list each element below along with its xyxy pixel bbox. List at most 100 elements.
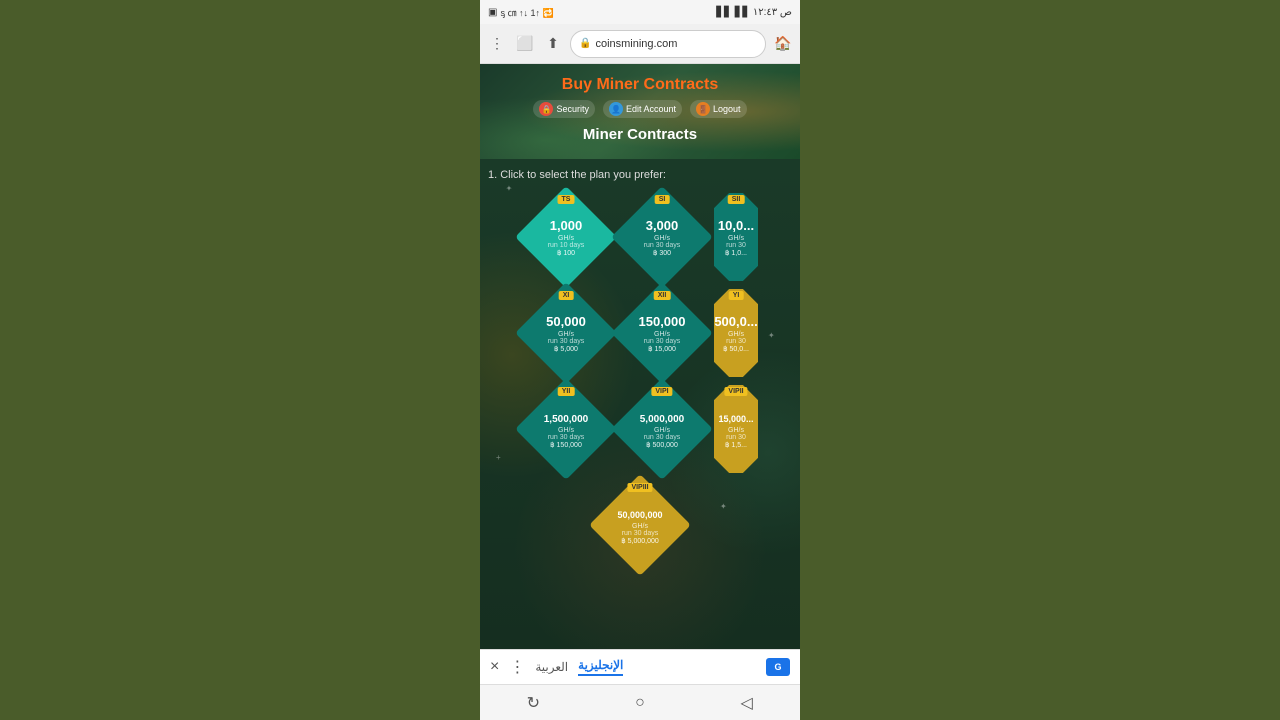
days-vipi: run 30 days xyxy=(640,434,685,441)
badge-yi: YI xyxy=(729,291,744,300)
badge-yii: YII xyxy=(558,387,575,396)
diamond-content-sii: 10,0... GH/s run 30 ฿ 1,0... xyxy=(718,217,754,257)
contract-row-2: XI 50,000 GH/s run 30 days ฿ 5,000 XII xyxy=(488,289,792,377)
star-deco: ✦ xyxy=(506,184,513,193)
diamond-content-si: 3,000 GH/s run 30 days ฿ 300 xyxy=(644,217,681,257)
value-sii: 10,0... xyxy=(718,218,754,233)
translation-menu-button[interactable]: ⋮ xyxy=(509,657,525,677)
translation-close-button[interactable]: × xyxy=(490,658,499,676)
contracts-grid: TS 1,000 GH/s run 10 days ฿ 100 SI xyxy=(488,193,792,569)
browser-menu-button[interactable]: ⋮ xyxy=(486,33,508,55)
contract-card-xi[interactable]: XI 50,000 GH/s run 30 days ฿ 5,000 xyxy=(522,289,610,377)
contract-card-ts[interactable]: TS 1,000 GH/s run 10 days ฿ 100 xyxy=(522,193,610,281)
unit-xii: GH/s xyxy=(639,331,686,338)
price-yi: ฿ 50,0... xyxy=(714,345,757,353)
contract-row-3: YII 1,500,000 GH/s run 30 days ฿ 150,000… xyxy=(488,385,792,473)
badge-xii: XII xyxy=(654,291,671,300)
google-translate-icon[interactable]: G xyxy=(766,658,790,676)
logout-label: Logout xyxy=(713,104,741,114)
days-vipiii: run 30 days xyxy=(617,530,662,537)
nav-logout[interactable]: 🚪 Logout xyxy=(690,100,747,118)
value-yi: 500,0... xyxy=(714,314,757,329)
nav-bottom: ↻ ○ ◁ xyxy=(480,684,800,720)
step-label: 1. Click to select the plan you prefer: xyxy=(488,169,792,181)
days-xi: run 30 days xyxy=(546,338,586,345)
contract-card-vipiii[interactable]: VIPIII 50,000,000 GH/s run 30 days ฿ 5,0… xyxy=(596,481,684,569)
site-title: Buy Miner Contracts xyxy=(490,76,790,94)
value-vipi: 5,000,000 xyxy=(640,414,685,425)
value-vipii: 15,000... xyxy=(718,414,753,424)
badge-si: SI xyxy=(655,195,670,204)
nav-home-button[interactable]: ○ xyxy=(622,685,658,720)
badge-vipii: VIPII xyxy=(724,387,747,396)
security-label: Security xyxy=(556,104,589,114)
unit-xi: GH/s xyxy=(546,331,586,338)
badge-vipi: VIPI xyxy=(651,387,672,396)
contract-row-4: VIPIII 50,000,000 GH/s run 30 days ฿ 5,0… xyxy=(488,481,792,569)
signal-icons: ᶊ ㎝ ↑↓ 1↑ 🔁 xyxy=(500,6,553,19)
contract-card-xii[interactable]: XII 150,000 GH/s run 30 days ฿ 15,000 xyxy=(618,289,706,377)
days-xii: run 30 days xyxy=(639,338,686,345)
browser-share-button[interactable]: ⬆ xyxy=(542,33,564,55)
browser-bar: ⋮ ⬜ ⬆ 🔒 coinsmining.com 🏠 xyxy=(480,24,800,64)
phone-frame: ▣ ᶊ ㎝ ↑↓ 1↑ 🔁 ▋▋ ▋▋ ص ١٢:٤٣ ⋮ ⬜ ⬆ 🔒 coin… xyxy=(480,0,800,720)
url-bar[interactable]: 🔒 coinsmining.com xyxy=(570,30,766,58)
days-ts: run 10 days xyxy=(548,242,585,249)
contract-card-yii[interactable]: YII 1,500,000 GH/s run 30 days ฿ 150,000 xyxy=(522,385,610,473)
status-bar: ▣ ᶊ ㎝ ↑↓ 1↑ 🔁 ▋▋ ▋▋ ص ١٢:٤٣ xyxy=(480,0,800,24)
diamond-content-vipiii: 50,000,000 GH/s run 30 days ฿ 5,000,000 xyxy=(617,505,662,545)
contract-card-sii[interactable]: SII 10,0... GH/s run 30 ฿ 1,0... xyxy=(714,193,758,281)
price-sii: ฿ 1,0... xyxy=(718,249,754,257)
price-ts: ฿ 100 xyxy=(548,249,585,257)
price-vipii: ฿ 1,5... xyxy=(718,441,753,449)
page-subtitle: Miner Contracts xyxy=(490,126,790,143)
days-yi: run 30 xyxy=(714,338,757,345)
days-yii: run 30 days xyxy=(544,434,589,441)
contract-card-vipii[interactable]: VIPII 15,000... GH/s run 30 ฿ 1,5... xyxy=(714,385,758,473)
unit-ts: GH/s xyxy=(548,235,585,242)
nav-edit-account[interactable]: 👤 Edit Account xyxy=(603,100,682,118)
days-si: run 30 days xyxy=(644,242,681,249)
translation-arabic-button[interactable]: العربية xyxy=(535,660,568,674)
diamond-content-vipii: 15,000... GH/s run 30 ฿ 1,5... xyxy=(718,409,753,449)
unit-vipii: GH/s xyxy=(718,427,753,434)
badge-sii: SII xyxy=(728,195,745,204)
value-vipiii: 50,000,000 xyxy=(617,510,662,520)
battery-status: ▋▋ xyxy=(716,7,731,18)
contract-card-yi[interactable]: YI 500,0... GH/s run 30 ฿ 50,0... xyxy=(714,289,758,377)
diamond-content-yii: 1,500,000 GH/s run 30 days ฿ 150,000 xyxy=(544,409,589,449)
contract-row-1: TS 1,000 GH/s run 10 days ฿ 100 SI xyxy=(488,193,792,281)
badge-ts: TS xyxy=(558,195,575,204)
nav-links: 🔒 Security 👤 Edit Account 🚪 Logout xyxy=(490,100,790,118)
contract-card-vipi[interactable]: VIPI 5,000,000 GH/s run 30 days ฿ 500,00… xyxy=(618,385,706,473)
unit-vipi: GH/s xyxy=(640,427,685,434)
price-vipiii: ฿ 5,000,000 xyxy=(617,537,662,545)
contract-card-si[interactable]: SI 3,000 GH/s run 30 days ฿ 300 xyxy=(618,193,706,281)
nav-back-button[interactable]: ◁ xyxy=(729,685,765,720)
diamond-content-xii: 150,000 GH/s run 30 days ฿ 15,000 xyxy=(639,313,686,353)
days-sii: run 30 xyxy=(718,242,754,249)
edit-icon: 👤 xyxy=(609,102,623,116)
value-xii: 150,000 xyxy=(639,314,686,329)
status-right: ▋▋ ▋▋ ص ١٢:٤٣ xyxy=(716,7,792,18)
unit-yi: GH/s xyxy=(714,331,757,338)
unit-sii: GH/s xyxy=(718,235,754,242)
nav-refresh-button[interactable]: ↻ xyxy=(515,685,551,720)
badge-xi: XI xyxy=(559,291,574,300)
days-vipii: run 30 xyxy=(718,434,753,441)
diamond-content-xi: 50,000 GH/s run 30 days ฿ 5,000 xyxy=(546,313,586,353)
nav-security[interactable]: 🔒 Security xyxy=(533,100,595,118)
badge-vipiii: VIPIII xyxy=(627,483,652,492)
price-si: ฿ 300 xyxy=(644,249,681,257)
translation-english-button[interactable]: الإنجليزية xyxy=(578,658,623,676)
time: ▋▋ ص ١٢:٤٣ xyxy=(735,7,792,18)
value-ts: 1,000 xyxy=(550,218,583,233)
ssl-lock-icon: 🔒 xyxy=(579,38,591,49)
unit-yii: GH/s xyxy=(544,427,589,434)
value-xi: 50,000 xyxy=(546,314,586,329)
browser-home-button[interactable]: 🏠 xyxy=(772,33,794,55)
battery-icon: ▣ xyxy=(488,7,497,18)
unit-si: GH/s xyxy=(644,235,681,242)
price-yii: ฿ 150,000 xyxy=(544,441,589,449)
browser-tabs-button[interactable]: ⬜ xyxy=(514,33,536,55)
